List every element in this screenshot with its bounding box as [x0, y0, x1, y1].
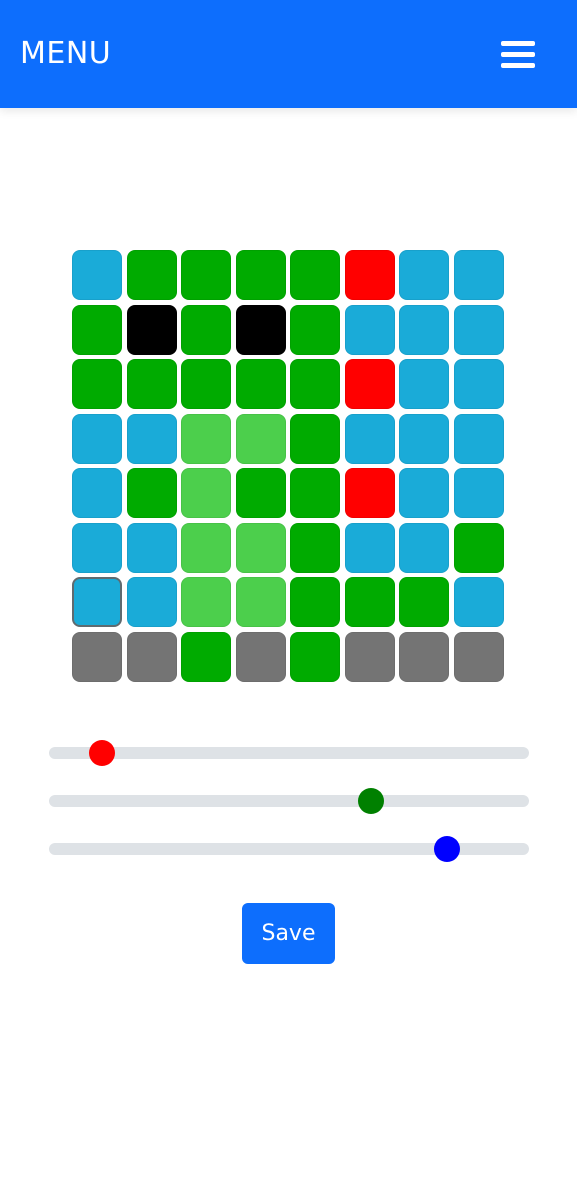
- grid-cell[interactable]: [235, 413, 286, 464]
- grid-cell[interactable]: [235, 250, 286, 300]
- grid-cell[interactable]: [290, 359, 340, 409]
- grid-cell[interactable]: [126, 468, 177, 518]
- grid-cell[interactable]: [344, 522, 395, 573]
- grid-cell[interactable]: [399, 250, 449, 300]
- pixel-grid: [72, 250, 506, 682]
- grid-cell[interactable]: [344, 304, 395, 355]
- brand-menu-label[interactable]: MENU: [20, 34, 111, 74]
- grid-cell[interactable]: [290, 631, 340, 682]
- grid-cell[interactable]: [235, 631, 286, 682]
- grid-cell[interactable]: [290, 413, 340, 464]
- grid-cell[interactable]: [399, 468, 449, 518]
- grid-cell[interactable]: [453, 250, 504, 300]
- grid-cell[interactable]: [181, 522, 231, 573]
- grid-cell[interactable]: [235, 304, 286, 355]
- grid-cell[interactable]: [399, 577, 449, 627]
- grid-cell[interactable]: [344, 250, 395, 300]
- grid-cell[interactable]: [181, 413, 231, 464]
- grid-cell[interactable]: [72, 468, 122, 518]
- grid-cell[interactable]: [290, 304, 340, 355]
- grid-cell[interactable]: [72, 577, 122, 627]
- grid-cell[interactable]: [181, 468, 231, 518]
- grid-cell[interactable]: [126, 413, 177, 464]
- slider-thumb[interactable]: [357, 788, 384, 814]
- hamburger-line: [501, 63, 535, 68]
- grid-cell[interactable]: [72, 250, 122, 300]
- grid-cell[interactable]: [181, 577, 231, 627]
- slider-track[interactable]: [49, 795, 529, 807]
- grid-cell[interactable]: [72, 522, 122, 573]
- grid-cell[interactable]: [72, 413, 122, 464]
- hamburger-line: [501, 52, 535, 57]
- grid-cell[interactable]: [290, 577, 340, 627]
- grid-cell[interactable]: [399, 359, 449, 409]
- hamburger-icon[interactable]: [501, 40, 535, 68]
- grid-cell[interactable]: [399, 522, 449, 573]
- blue-slider[interactable]: [49, 836, 529, 862]
- grid-cell[interactable]: [453, 577, 504, 627]
- grid-cell[interactable]: [72, 304, 122, 355]
- grid-cell[interactable]: [453, 413, 504, 464]
- slider-track[interactable]: [49, 747, 529, 759]
- slider-thumb[interactable]: [434, 836, 461, 862]
- grid-cell[interactable]: [126, 631, 177, 682]
- grid-cell[interactable]: [235, 468, 286, 518]
- green-slider[interactable]: [49, 788, 529, 814]
- grid-cell[interactable]: [344, 577, 395, 627]
- grid-cell[interactable]: [290, 522, 340, 573]
- grid-cell[interactable]: [344, 359, 395, 409]
- grid-cell[interactable]: [235, 359, 286, 409]
- red-slider[interactable]: [49, 740, 529, 766]
- grid-cell[interactable]: [344, 468, 395, 518]
- grid-cell[interactable]: [126, 577, 177, 627]
- grid-cell[interactable]: [235, 577, 286, 627]
- grid-cell[interactable]: [399, 631, 449, 682]
- grid-cell[interactable]: [453, 631, 504, 682]
- save-button[interactable]: Save: [242, 903, 335, 964]
- grid-cell[interactable]: [453, 359, 504, 409]
- grid-cell[interactable]: [72, 359, 122, 409]
- grid-cell[interactable]: [72, 631, 122, 682]
- grid-cell[interactable]: [399, 413, 449, 464]
- grid-cell[interactable]: [181, 631, 231, 682]
- grid-cell[interactable]: [126, 304, 177, 355]
- grid-cell[interactable]: [344, 413, 395, 464]
- grid-cell[interactable]: [235, 522, 286, 573]
- grid-cell[interactable]: [453, 468, 504, 518]
- grid-cell[interactable]: [453, 522, 504, 573]
- grid-cell[interactable]: [181, 359, 231, 409]
- grid-cell[interactable]: [290, 250, 340, 300]
- navbar: MENU: [0, 0, 577, 108]
- grid-cell[interactable]: [126, 250, 177, 300]
- grid-cell[interactable]: [453, 304, 504, 355]
- slider-thumb[interactable]: [88, 740, 115, 766]
- hamburger-line: [501, 41, 535, 46]
- grid-cell[interactable]: [181, 304, 231, 355]
- grid-cell[interactable]: [344, 631, 395, 682]
- grid-cell[interactable]: [126, 522, 177, 573]
- grid-cell[interactable]: [399, 304, 449, 355]
- grid-cell[interactable]: [181, 250, 231, 300]
- grid-cell[interactable]: [290, 468, 340, 518]
- grid-cell[interactable]: [126, 359, 177, 409]
